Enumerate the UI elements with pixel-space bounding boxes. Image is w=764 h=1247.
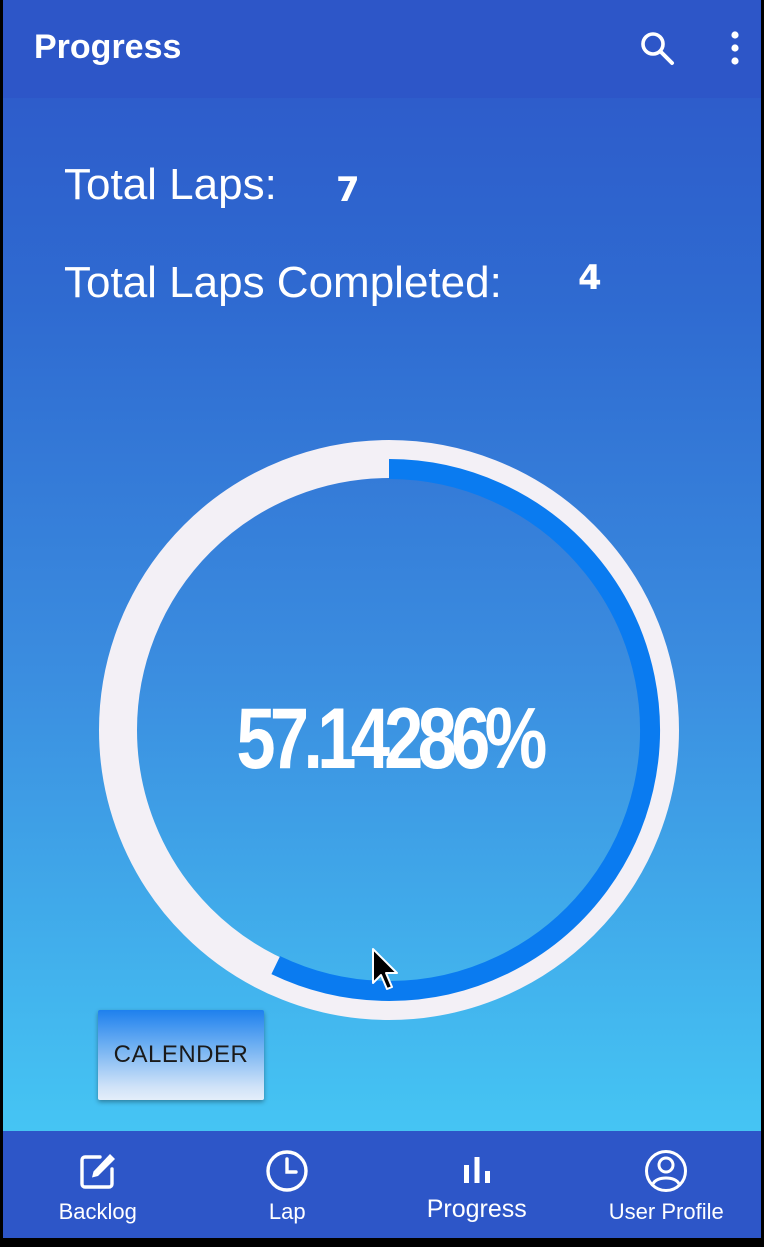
nav-label-user-profile: User Profile — [608, 1199, 724, 1224]
page-title: Progress — [34, 28, 182, 66]
clock-icon — [266, 1150, 308, 1192]
progress-percent: 57.14286% — [236, 691, 547, 787]
search-icon[interactable] — [639, 30, 675, 66]
nav-label-progress: Progress — [426, 1195, 527, 1223]
nav-label-lap: Lap — [268, 1199, 306, 1224]
mouse-pointer-icon — [372, 948, 398, 990]
nav-item-lap[interactable]: Lap — [193, 1131, 383, 1238]
nav-item-progress[interactable]: Progress — [382, 1131, 572, 1238]
app-bar: Progress — [3, 0, 761, 98]
calendar-button[interactable]: CALENDER — [98, 1010, 264, 1100]
device-frame: Progress Total Laps: 7 Total Laps Comple… — [0, 0, 764, 1247]
nav-item-backlog[interactable]: Backlog — [3, 1131, 193, 1238]
laps-completed-label: Total Laps Completed: — [64, 258, 502, 307]
bar-chart-icon — [463, 1157, 490, 1183]
nav-item-user-profile[interactable]: User Profile — [572, 1131, 762, 1238]
more-vert-icon[interactable] — [725, 30, 745, 66]
total-laps-value: 7 — [336, 170, 360, 210]
edit-icon — [80, 1154, 115, 1189]
user-circle-icon — [645, 1150, 688, 1192]
bottom-navigation: Backlog Lap Progress User Profile — [3, 1131, 761, 1238]
laps-completed-value: 4 — [578, 258, 602, 298]
nav-label-backlog: Backlog — [58, 1199, 137, 1224]
total-laps-label: Total Laps: — [64, 160, 277, 209]
screen: Progress Total Laps: 7 Total Laps Comple… — [3, 0, 761, 1238]
